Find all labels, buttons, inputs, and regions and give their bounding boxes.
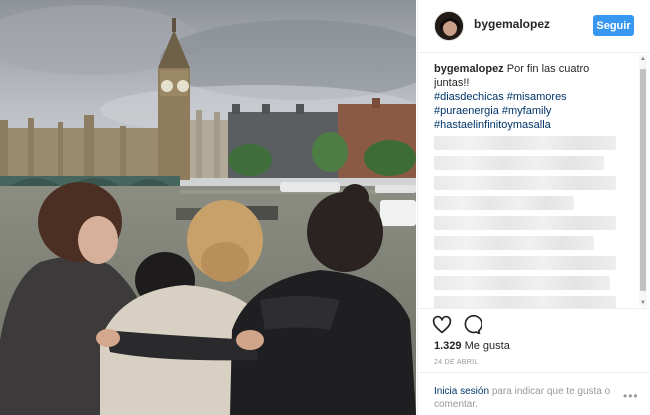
caption-username[interactable]: bygemalopez	[434, 63, 504, 75]
likes-number: 1.329	[434, 340, 462, 352]
hashtag-link[interactable]: #hastaelinfinitoymasalla	[434, 119, 551, 131]
heart-icon[interactable]	[432, 315, 452, 335]
hashtag-link[interactable]: #myfamily	[502, 105, 552, 117]
likes-label: Me gusta	[464, 340, 510, 352]
heart-icon-svg	[432, 315, 452, 334]
blurred-line	[434, 216, 616, 230]
scroll-up-icon[interactable]: ▲	[639, 55, 647, 63]
hashtag-link[interactable]: #puraenergia	[434, 105, 499, 117]
blurred-line	[434, 136, 616, 150]
blurred-line	[434, 196, 574, 210]
action-icons	[432, 314, 483, 339]
login-link[interactable]: Inicia sesión	[434, 386, 489, 397]
post-photo-scene	[0, 0, 416, 415]
post-actions: 1.329 Me gusta 24 DE ABRIL Inicia sesión…	[418, 308, 650, 415]
post-date: 24 DE ABRIL	[434, 359, 479, 366]
scrollbar-thumb[interactable]	[640, 69, 646, 291]
avatar-image	[435, 12, 463, 40]
post-side-panel: bygemalopez Seguir bygemalopez Por fin l…	[417, 0, 650, 415]
blurred-line	[434, 296, 616, 308]
post-header: bygemalopez Seguir	[418, 0, 650, 53]
hashtag-link[interactable]: #diasdechicas	[434, 91, 504, 103]
blurred-comments	[434, 136, 616, 308]
username[interactable]: bygemalopez	[474, 17, 550, 31]
login-text: Inicia sesión para indicar que te gusta …	[434, 385, 614, 411]
likes-count[interactable]: 1.329 Me gusta	[434, 340, 510, 352]
follow-button[interactable]: Seguir	[593, 15, 634, 36]
blurred-line	[434, 156, 604, 170]
avatar[interactable]	[434, 11, 464, 41]
scroll-down-icon[interactable]: ▼	[639, 299, 647, 307]
blurred-line	[434, 256, 616, 270]
more-options-icon[interactable]: •••	[623, 390, 638, 402]
caption-area: bygemalopez Por fin las cuatro juntas!! …	[434, 62, 624, 308]
caption-scrollbar[interactable]: ▲ ▼	[639, 55, 647, 307]
hashtag-link[interactable]: #misamores	[507, 91, 567, 103]
login-prompt: Inicia sesión para indicar que te gusta …	[418, 372, 650, 415]
blurred-line	[434, 276, 610, 290]
comment-icon-svg	[464, 314, 483, 335]
post-photo	[0, 0, 416, 415]
comment-icon[interactable]	[462, 314, 483, 335]
blurred-line	[434, 176, 616, 190]
hashtags: #diasdechicas #misamores #puraenergia #m…	[434, 90, 624, 132]
blurred-line	[434, 236, 594, 250]
